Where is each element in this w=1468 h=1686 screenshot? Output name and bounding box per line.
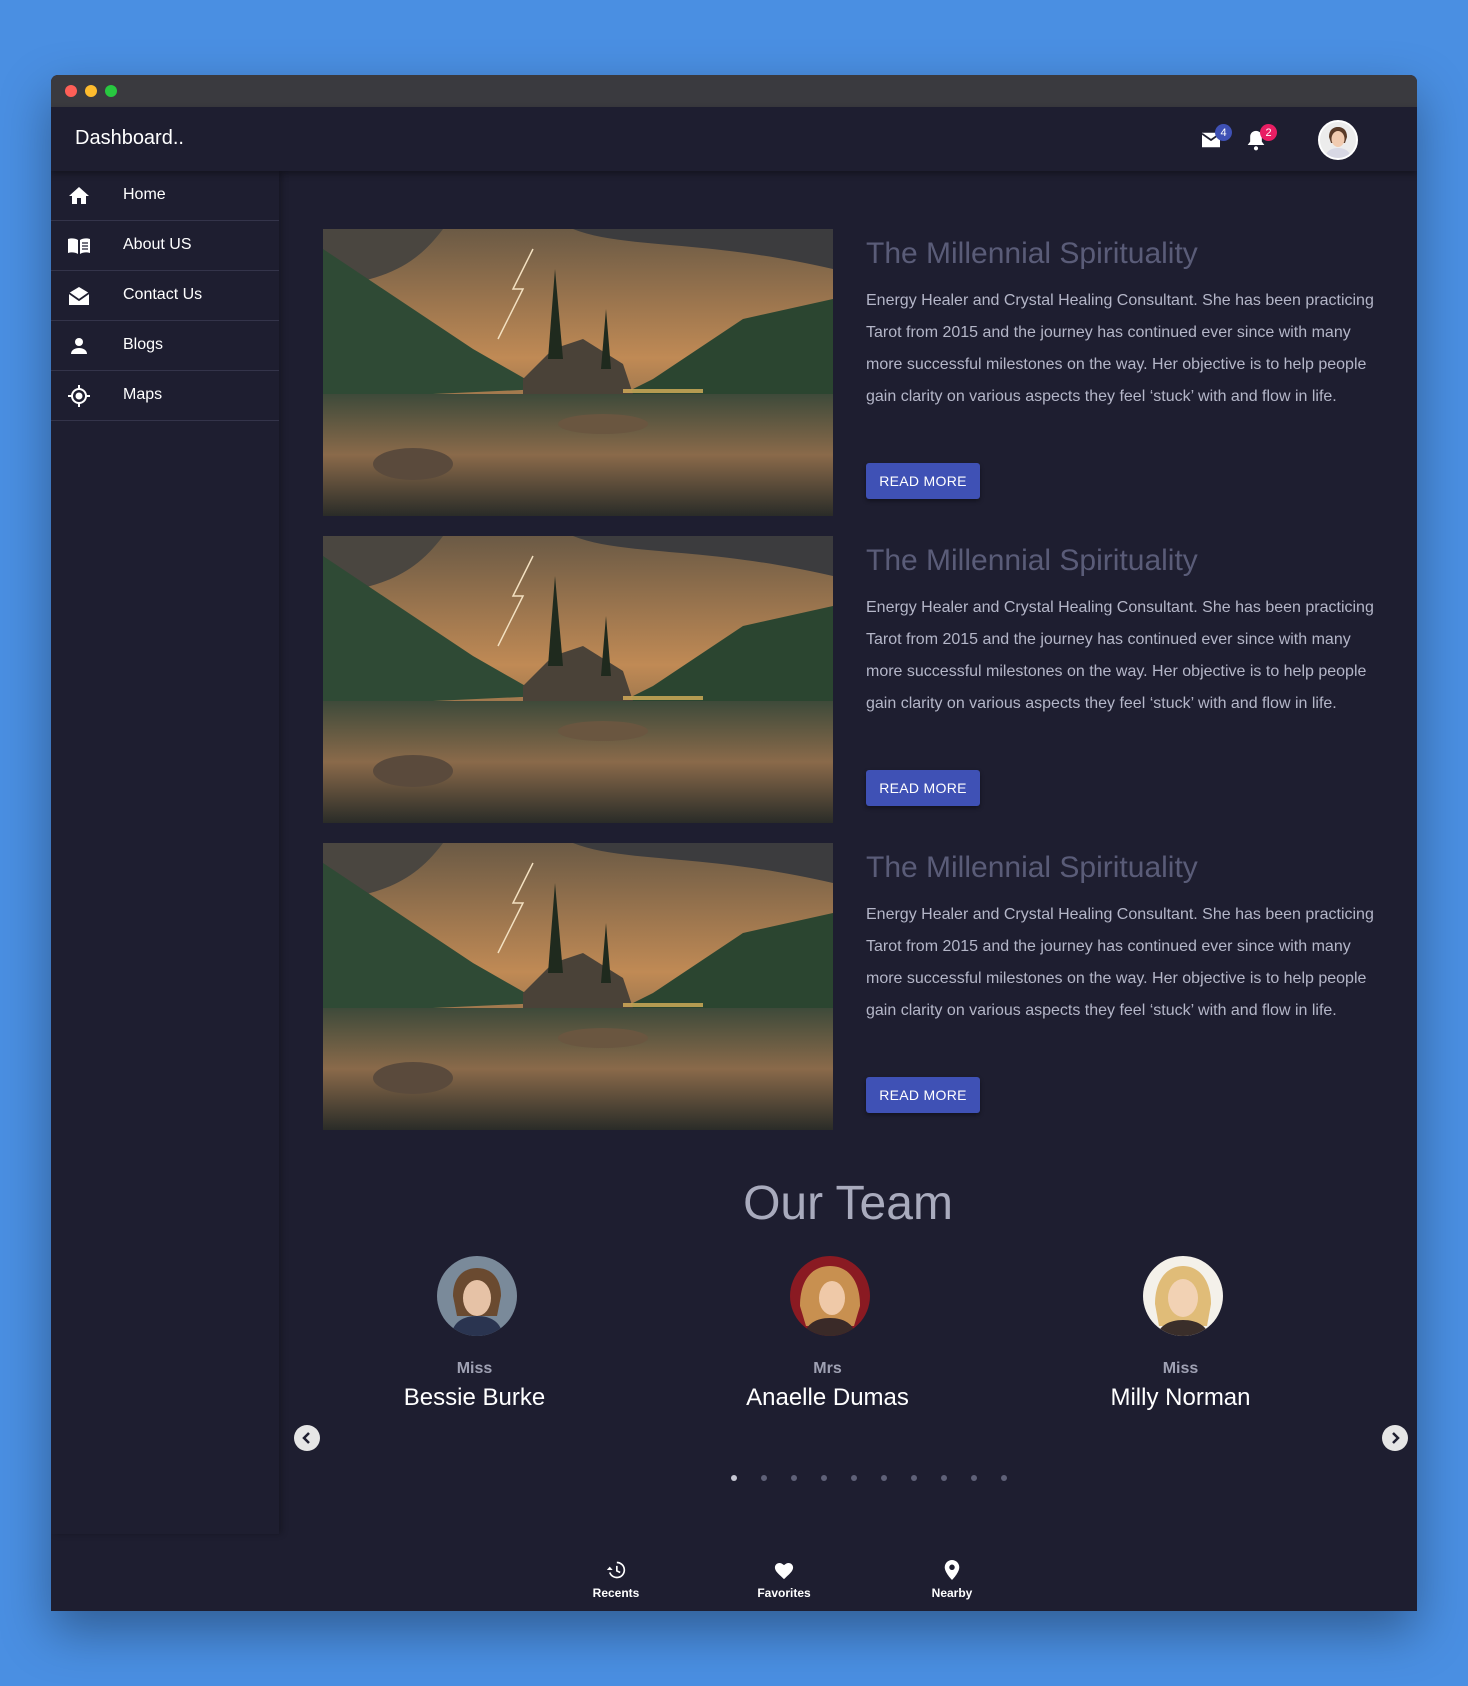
carousel-dot[interactable] xyxy=(971,1475,977,1481)
mail-button[interactable]: 4 xyxy=(1196,124,1232,155)
sidebar-item-blogs[interactable]: Blogs xyxy=(51,321,279,371)
sidebar-item-label: About US xyxy=(123,236,192,253)
main-content: The Millennial Spirituality Energy Heale… xyxy=(279,171,1417,1534)
post-card: The Millennial Spirituality Energy Heale… xyxy=(323,843,1374,1130)
person-icon xyxy=(71,338,87,354)
post-title: The Millennial Spirituality xyxy=(866,544,1198,577)
bottom-nav-nearby[interactable]: Nearby xyxy=(907,1560,997,1600)
user-avatar[interactable] xyxy=(1318,120,1358,160)
landscape-image xyxy=(323,536,833,823)
team-member-card: Miss Bessie Burke xyxy=(298,1256,651,1446)
app-bar: Dashboard.. 4 2 xyxy=(51,107,1417,171)
bottom-nav-label: Recents xyxy=(592,1586,640,1600)
notifications-button[interactable]: 2 xyxy=(1241,124,1277,155)
history-icon xyxy=(606,1561,626,1579)
carousel-dot[interactable] xyxy=(881,1475,887,1481)
sidebar-item-label: Home xyxy=(123,186,166,203)
window-titlebar xyxy=(51,75,1417,107)
read-more-button[interactable]: READ MORE xyxy=(866,463,980,499)
read-more-button[interactable]: READ MORE xyxy=(866,770,980,806)
team-member-name: Anaelle Dumas xyxy=(746,1384,909,1411)
location-pin-icon xyxy=(944,1560,960,1580)
carousel-dot[interactable] xyxy=(761,1475,767,1481)
sidebar-item-label: Maps xyxy=(123,386,163,403)
team-member-avatar xyxy=(1143,1256,1223,1336)
team-member-salutation: Miss xyxy=(1162,1360,1199,1377)
post-title: The Millennial Spirituality xyxy=(866,237,1198,270)
sidebar-item-home[interactable]: Home xyxy=(51,171,279,221)
maximize-window-button[interactable] xyxy=(105,85,117,97)
team-member-name: Milly Norman xyxy=(1110,1384,1251,1411)
post-card: The Millennial Spirituality Energy Heale… xyxy=(323,536,1374,823)
app-window: Dashboard.. 4 2 Home About US Contact Us… xyxy=(51,75,1417,1611)
team-member-name: Bessie Burke xyxy=(403,1384,546,1411)
bottom-nav-label: Favorites xyxy=(757,1586,811,1600)
landscape-image xyxy=(323,229,833,516)
landscape-image xyxy=(323,843,833,1130)
team-member-card: Miss Milly Norman xyxy=(1004,1256,1357,1446)
carousel-dot[interactable] xyxy=(821,1475,827,1481)
team-member-salutation: Mrs xyxy=(813,1360,842,1377)
carousel-dot[interactable] xyxy=(731,1475,737,1481)
team-member-card: Mrs Anaelle Dumas xyxy=(651,1256,1004,1446)
minimize-window-button[interactable] xyxy=(85,85,97,97)
carousel-dot[interactable] xyxy=(791,1475,797,1481)
post-title: The Millennial Spirituality xyxy=(866,851,1198,884)
team-member-salutation: Miss xyxy=(456,1360,493,1377)
bottom-nav-favorites[interactable]: Favorites xyxy=(739,1560,829,1600)
location-target-icon xyxy=(68,385,90,407)
team-member-avatar xyxy=(790,1256,870,1336)
book-icon xyxy=(68,238,90,254)
heart-icon xyxy=(774,1563,794,1580)
post-description: Energy Healer and Crystal Healing Consul… xyxy=(866,599,1374,712)
notification-count-badge: 2 xyxy=(1260,124,1277,141)
app-title: Dashboard.. xyxy=(75,127,184,149)
post-description: Energy Healer and Crystal Healing Consul… xyxy=(866,906,1374,1019)
mail-count-badge: 4 xyxy=(1215,124,1232,141)
sidebar-item-label: Contact Us xyxy=(123,286,203,303)
home-icon xyxy=(69,187,89,204)
carousel-dot[interactable] xyxy=(911,1475,917,1481)
bottom-nav-label: Nearby xyxy=(931,1586,973,1600)
chevron-right-icon xyxy=(1392,1432,1400,1444)
bottom-nav-recents[interactable]: Recents xyxy=(571,1560,661,1600)
read-more-button[interactable]: READ MORE xyxy=(866,1077,980,1113)
carousel-pagination xyxy=(279,1475,1417,1481)
carousel-dot[interactable] xyxy=(1001,1475,1007,1481)
sidebar: Home About US Contact Us Blogs Maps xyxy=(51,171,279,1534)
post-description: Energy Healer and Crystal Healing Consul… xyxy=(866,292,1374,405)
carousel-dot[interactable] xyxy=(941,1475,947,1481)
sidebar-item-label: Blogs xyxy=(123,336,164,353)
team-member-avatar xyxy=(437,1256,517,1336)
post-card: The Millennial Spirituality Energy Heale… xyxy=(323,229,1374,516)
team-section-title: Our Team xyxy=(743,1177,953,1230)
sidebar-item-about-us[interactable]: About US xyxy=(51,221,279,271)
carousel-next-button[interactable] xyxy=(1382,1425,1408,1451)
user-avatar-image xyxy=(1320,122,1356,158)
sidebar-item-contact-us[interactable]: Contact Us xyxy=(51,271,279,321)
carousel-dot[interactable] xyxy=(851,1475,857,1481)
sidebar-item-maps[interactable]: Maps xyxy=(51,371,279,421)
bottom-navigation: Recents Favorites Nearby xyxy=(51,1534,1417,1611)
close-window-button[interactable] xyxy=(65,85,77,97)
mail-open-icon xyxy=(68,287,90,305)
